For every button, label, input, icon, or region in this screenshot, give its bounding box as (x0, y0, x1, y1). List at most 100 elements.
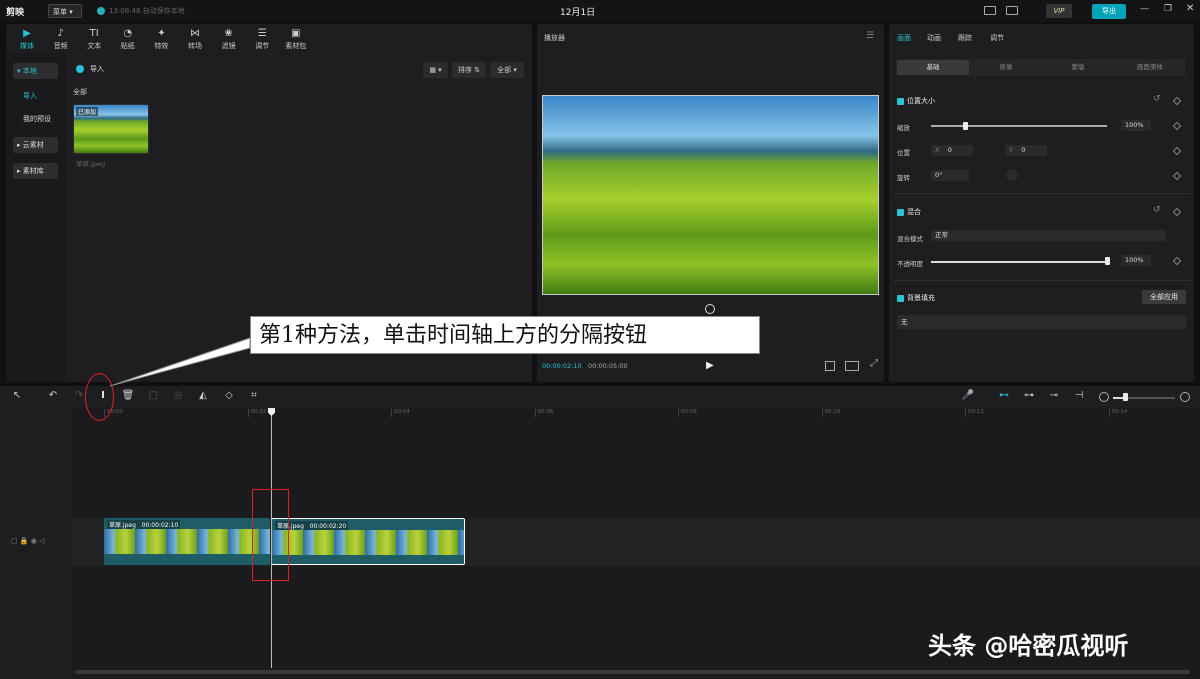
player-menu-icon[interactable]: ☰ (866, 31, 874, 41)
ruler-tick: 00:12 (965, 409, 984, 417)
tab-adjust[interactable]: ☰ 调节 (247, 24, 277, 53)
audio-icon: ♪ (57, 28, 64, 39)
position-size-section[interactable]: 位置大小 (897, 96, 935, 106)
keyboard-icon[interactable] (984, 6, 996, 15)
rotate-icon[interactable]: ◇ (222, 390, 236, 401)
split-highlight-box (252, 489, 289, 581)
opacity-knob[interactable] (1105, 257, 1110, 265)
scale-knob[interactable] (963, 122, 968, 130)
tab-label: 转场 (188, 42, 202, 50)
preview-axis-icon[interactable]: ⊸ (1047, 390, 1061, 401)
rotate-value[interactable]: 0° (931, 170, 969, 181)
view-mode-button[interactable]: ▦ ▾ (423, 62, 448, 78)
track-controls[interactable]: ▢ 🔒 ◉ ◁ (11, 537, 45, 545)
delete-icon[interactable]: 🗑 (121, 390, 135, 401)
undo-icon[interactable]: ↶ (46, 390, 60, 401)
tab-label: 调节 (255, 42, 270, 50)
reset-icon[interactable]: ↺ (1153, 94, 1161, 104)
opacity-value[interactable]: 100% (1121, 255, 1151, 266)
tab-animation[interactable]: 动画 (927, 33, 941, 43)
zoom-out-icon[interactable] (1099, 392, 1109, 402)
tab-tracking[interactable]: 跟踪 (958, 33, 972, 43)
close-icon[interactable]: ✕ (1186, 3, 1194, 14)
sidebar-item-local[interactable]: ▾ 本地 (13, 63, 58, 79)
rotate-dial-icon[interactable] (1006, 169, 1018, 181)
play-icon[interactable]: ▶ (706, 360, 714, 371)
project-title: 12月1日 (560, 8, 596, 18)
sidebar-item-presets[interactable]: 我的预设 (13, 111, 58, 127)
scale-value[interactable]: 100% (1121, 120, 1151, 131)
background-fill-section[interactable]: 背景填充 (897, 293, 935, 303)
sidebar-item-library[interactable]: ▸ 素材库 (13, 163, 58, 179)
clip-2[interactable]: 草原.jpeg 00:00:02:20 (271, 518, 465, 565)
rotate-label: 旋转 (897, 174, 910, 182)
ratio-icon[interactable] (845, 361, 859, 371)
vip-badge[interactable]: VIP (1046, 4, 1072, 18)
ruler-tick: 00:08 (678, 409, 697, 417)
tab-adjust[interactable]: 调节 (990, 33, 1004, 43)
y-field[interactable]: Y 0 (1005, 145, 1047, 156)
minimize-icon[interactable]: — (1140, 4, 1149, 14)
sort-button[interactable]: 排序 ⇅ (452, 62, 486, 78)
subtab-basic[interactable]: 基础 (897, 60, 969, 75)
link-icon[interactable]: ⊶ (1022, 390, 1036, 401)
opacity-slider[interactable] (931, 261, 1107, 263)
video-preview[interactable] (542, 95, 879, 295)
filter-button[interactable]: 全部 ▾ (490, 62, 524, 78)
redo-icon[interactable]: ↷ (72, 390, 86, 401)
media-thumbnail[interactable]: 已添加 (73, 104, 149, 154)
timeline-scrollbar[interactable] (75, 670, 1190, 674)
mirror-icon[interactable]: ◭ (196, 390, 210, 401)
tab-media[interactable]: ▶ 媒体 (12, 24, 42, 53)
text-icon: TI (89, 28, 99, 39)
magnet-icon[interactable]: ⊷ (997, 390, 1011, 401)
rotate-handle-icon[interactable] (705, 304, 715, 314)
tab-text[interactable]: TI 文本 (79, 24, 109, 53)
tab-transition[interactable]: ⋈ 转场 (180, 24, 210, 53)
tab-audio[interactable]: ♪ 音频 (46, 24, 76, 53)
blend-reset-icon[interactable]: ↺ (1153, 205, 1161, 215)
fullscreen-icon[interactable]: ⤢ (870, 358, 878, 369)
sidebar-item-import[interactable]: 导入 (13, 88, 58, 104)
subtab-body[interactable]: 画面美体 (1114, 60, 1186, 75)
crop-icon[interactable]: ⌗ (247, 390, 261, 401)
menu-button[interactable]: 菜单 ▾ (48, 4, 82, 18)
import-button[interactable]: 导入 (76, 62, 114, 76)
instruction-callout: 第1种方法，单击时间轴上方的分隔按钮 (250, 316, 760, 354)
added-badge: 已添加 (76, 107, 99, 116)
tab-filter[interactable]: ❀ 滤镜 (214, 24, 244, 53)
checkbox-icon (897, 97, 904, 105)
apply-all-button[interactable]: 全部应用 (1142, 290, 1186, 304)
x-field[interactable]: X 0 (931, 145, 973, 156)
blend-mode-select[interactable]: 正常 (931, 230, 1166, 241)
clip-thumbnails (104, 529, 270, 554)
tab-effects[interactable]: ✦ 特效 (146, 24, 176, 53)
current-time: 00:00:02:10 (542, 362, 582, 370)
background-select[interactable]: 无 (897, 315, 1186, 329)
select-tool-icon[interactable]: ↖ (10, 390, 24, 401)
restore-icon[interactable]: ❐ (1164, 4, 1172, 14)
zoom-knob[interactable] (1123, 393, 1128, 401)
clip-1[interactable]: 草原.jpeg 00:00:02:10 (104, 518, 270, 565)
tab-picture[interactable]: 画面 (897, 33, 911, 43)
export-button[interactable]: 导出 (1092, 4, 1126, 19)
tab-pack[interactable]: ▣ 素材包 (281, 24, 311, 53)
pack-icon: ▣ (291, 28, 301, 39)
player-title: 播放器 (544, 34, 565, 42)
crop-view-icon[interactable] (825, 361, 835, 371)
reverse-icon[interactable]: ◎ (171, 390, 185, 401)
freeze-icon[interactable]: ▢ (146, 390, 160, 401)
checkbox-icon (897, 208, 904, 216)
position-label: 位置 (897, 149, 910, 157)
zoom-in-icon[interactable] (1180, 392, 1190, 402)
blend-section[interactable]: 混合 (897, 207, 921, 217)
subtab-mask[interactable]: 蒙版 (1042, 60, 1114, 75)
subtab-cutout[interactable]: 抠像 (970, 60, 1042, 75)
align-icon[interactable]: ⊣ (1072, 390, 1086, 401)
mic-icon[interactable]: 🎤 (961, 390, 975, 401)
scale-slider[interactable] (931, 125, 1107, 127)
transition-icon: ⋈ (190, 28, 200, 39)
sidebar-item-cloud[interactable]: ▸ 云素材 (13, 137, 58, 153)
layout-icon[interactable] (1006, 6, 1018, 15)
tab-sticker[interactable]: ◔ 贴纸 (113, 24, 143, 53)
